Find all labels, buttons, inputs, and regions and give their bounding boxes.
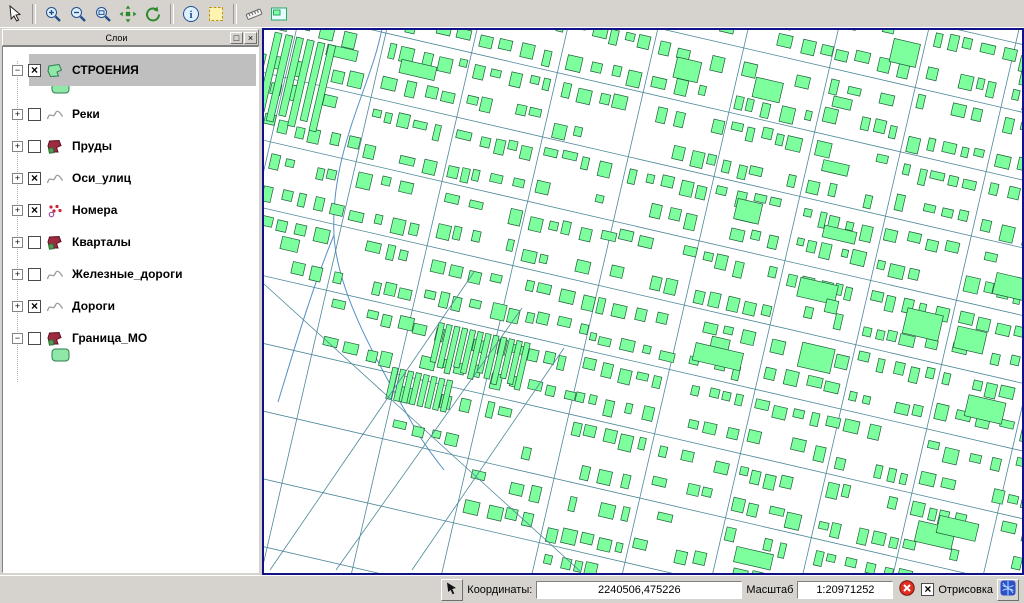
toolbar-separator: [170, 4, 174, 24]
layers-panel: Слои □ × −×СТРОЕНИЯ+Реки+Пруды+×Оси_улиц…: [0, 28, 260, 575]
polygon-red-symbol-icon: [46, 331, 64, 346]
layer-visibility-checkbox[interactable]: ×: [28, 64, 41, 77]
layer-visibility-checkbox[interactable]: [28, 332, 41, 345]
layer-label[interactable]: Кварталы: [69, 234, 134, 250]
overview-button[interactable]: [267, 2, 291, 26]
map-view[interactable]: [264, 30, 1022, 573]
expander-icon[interactable]: +: [12, 173, 23, 184]
layer-label[interactable]: Железные_дороги: [69, 266, 185, 282]
layer-visibility-checkbox[interactable]: [28, 108, 41, 121]
coordinates-label: Координаты:: [467, 584, 532, 596]
layer-label[interactable]: Реки: [69, 106, 103, 122]
panel-close-button[interactable]: ×: [244, 32, 257, 44]
mouse-pointer-icon: [445, 581, 459, 598]
zoom-full-button[interactable]: [91, 2, 115, 26]
polygon-red-symbol-icon: [46, 235, 64, 250]
layer-item-Реки[interactable]: + Реки: [5, 98, 256, 130]
main-toolbar: i: [0, 0, 1024, 28]
line-symbol-icon: [46, 267, 64, 282]
select-features-button[interactable]: [204, 2, 228, 26]
expander-icon[interactable]: +: [12, 205, 23, 216]
refresh-icon: [144, 5, 162, 23]
layer-label[interactable]: Оси_улиц: [69, 170, 134, 186]
polygon-red-symbol-icon: [46, 139, 64, 154]
layer-visibility-checkbox[interactable]: [28, 140, 41, 153]
expander-icon[interactable]: +: [12, 109, 23, 120]
qgis-window: i Слои □ × −×СТРОЕНИЯ+Реки+Пруды+×Оси_ул…: [0, 0, 1024, 603]
layer-label[interactable]: СТРОЕНИЯ: [69, 62, 142, 78]
polygon-green-symbol-icon: [46, 63, 64, 78]
layer-visibility-checkbox[interactable]: [28, 268, 41, 281]
render-label: Отрисовка: [938, 584, 993, 596]
map-canvas[interactable]: [262, 28, 1024, 575]
layer-item-Железные_дороги[interactable]: + Железные_дороги: [5, 258, 256, 290]
layer-item-Оси_улиц[interactable]: + × Оси_улиц: [5, 162, 256, 194]
toolbar-separator: [32, 4, 36, 24]
pointer-icon: [6, 5, 24, 23]
layer-visibility-checkbox[interactable]: ×: [28, 172, 41, 185]
stop-render-button[interactable]: [897, 580, 917, 600]
layer-item-СТРОЕНИЯ[interactable]: −× СТРОЕНИЯ: [5, 54, 256, 86]
status-bar: Координаты: 2240506,475226 Масштаб 1:209…: [0, 575, 1024, 603]
zoom-out-icon: [69, 5, 87, 23]
measure-button[interactable]: [242, 2, 266, 26]
svg-text:i: i: [189, 9, 192, 21]
pan-button[interactable]: [116, 2, 140, 26]
layer-item-Номера[interactable]: + × Номера: [5, 194, 256, 226]
pan-icon: [119, 5, 137, 23]
expander-icon[interactable]: +: [12, 141, 23, 152]
layer-visibility-checkbox[interactable]: ×: [28, 204, 41, 217]
expander-icon[interactable]: −: [12, 65, 23, 76]
layer-visibility-checkbox[interactable]: [28, 236, 41, 249]
projection-button[interactable]: [997, 579, 1019, 601]
layers-panel-title: Слои: [4, 33, 229, 43]
layer-item-Дороги[interactable]: + × Дороги: [5, 290, 256, 322]
layer-item-Кварталы[interactable]: + Кварталы: [5, 226, 256, 258]
layers-panel-titlebar[interactable]: Слои □ ×: [2, 29, 259, 46]
layer-item-Пруды[interactable]: + Пруды: [5, 130, 256, 162]
main-area: Слои □ × −×СТРОЕНИЯ+Реки+Пруды+×Оси_улиц…: [0, 28, 1024, 575]
zoom-full-icon: [94, 5, 112, 23]
scale-label: Масштаб: [746, 584, 793, 596]
layer-visibility-checkbox[interactable]: ×: [28, 300, 41, 313]
line-symbol-icon: [46, 107, 64, 122]
overview-icon: [270, 5, 288, 23]
zoom-in-icon: [44, 5, 62, 23]
projection-icon: [1000, 580, 1016, 599]
layer-tree: −×СТРОЕНИЯ+Реки+Пруды+×Оси_улиц+×Номера+…: [2, 46, 259, 573]
layer-item-Граница_МО[interactable]: − Граница_МО: [5, 322, 256, 354]
expander-icon[interactable]: −: [12, 333, 23, 344]
expander-icon[interactable]: +: [12, 301, 23, 312]
select-features-icon: [207, 5, 225, 23]
expander-icon[interactable]: +: [12, 237, 23, 248]
zoom-out-button[interactable]: [66, 2, 90, 26]
points-symbol-icon: [46, 203, 64, 218]
line-symbol-icon: [46, 171, 64, 186]
layer-label[interactable]: Граница_МО: [69, 330, 150, 346]
mouse-position-button[interactable]: [441, 579, 463, 601]
line-symbol-icon: [46, 299, 64, 314]
identify-icon: i: [182, 5, 200, 23]
refresh-button[interactable]: [141, 2, 165, 26]
measure-icon: [245, 5, 263, 23]
render-checkbox[interactable]: ×: [921, 583, 934, 596]
coordinates-field[interactable]: 2240506,475226: [536, 581, 742, 599]
identify-button[interactable]: i: [179, 2, 203, 26]
layer-label[interactable]: Пруды: [69, 138, 115, 154]
scale-field[interactable]: 1:20971252: [797, 581, 893, 599]
zoom-in-button[interactable]: [41, 2, 65, 26]
panel-undock-button[interactable]: □: [230, 32, 243, 44]
layer-label[interactable]: Дороги: [69, 298, 118, 314]
layer-label[interactable]: Номера: [69, 202, 120, 218]
toolbar-separator: [233, 4, 237, 24]
pointer-button[interactable]: [3, 2, 27, 26]
stop-render-icon: [899, 580, 915, 599]
expander-icon[interactable]: +: [12, 269, 23, 280]
